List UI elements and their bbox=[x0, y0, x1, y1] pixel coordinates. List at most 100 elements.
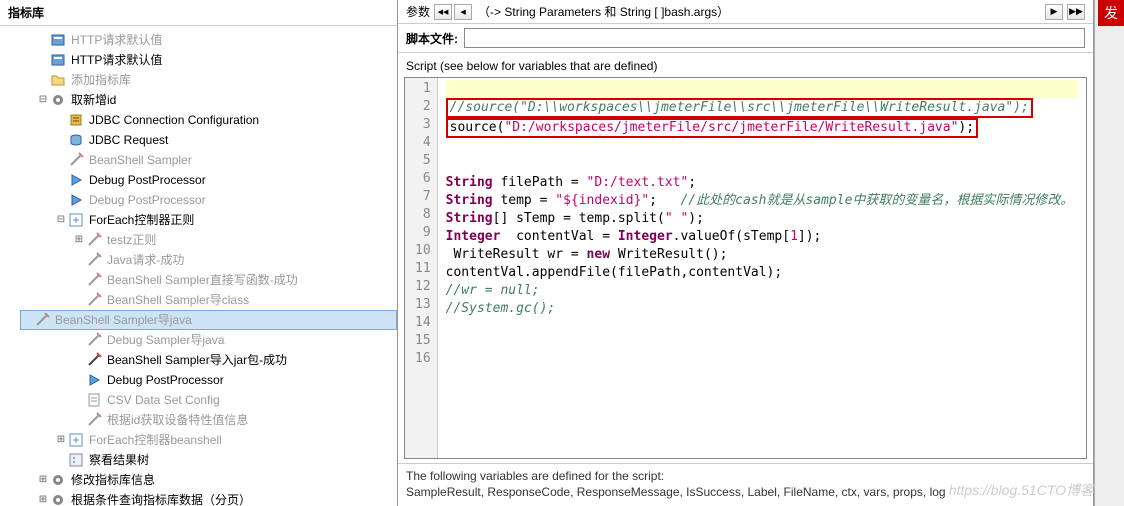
expand-icon[interactable]: ⊞ bbox=[38, 475, 48, 485]
code-line[interactable]: source("D:/workspaces/jmeterFile/src/jme… bbox=[446, 118, 1078, 138]
footer-line-1: The following variables are defined for … bbox=[406, 468, 1085, 484]
code-line[interactable]: //source("D:\\workspaces\\jmeterFile\\sr… bbox=[446, 98, 1078, 118]
code-line[interactable]: String filePath = "D:/text.txt"; bbox=[446, 174, 1078, 192]
tree-item[interactable]: JDBC Request bbox=[20, 130, 397, 150]
tree-item[interactable]: ⊟ 取新增id bbox=[20, 90, 397, 110]
toggle-placeholder bbox=[74, 375, 84, 385]
sampler-icon bbox=[34, 312, 50, 328]
code-line[interactable] bbox=[446, 336, 1078, 354]
results-icon bbox=[68, 452, 84, 468]
tree-header-label: 指标库 bbox=[8, 4, 44, 21]
tree-item-label: Debug PostProcessor bbox=[107, 371, 224, 389]
expand-icon[interactable]: ⊞ bbox=[38, 495, 48, 505]
tree-item-label: 添加指标库 bbox=[71, 71, 131, 89]
tree-item[interactable]: ⊞ ForEach控制器beanshell bbox=[20, 430, 397, 450]
toggle-placeholder bbox=[74, 275, 84, 285]
nav-prev-button[interactable]: ◀ bbox=[454, 4, 472, 20]
tree-item[interactable]: ⊞根据条件查询指标库数据（分页） bbox=[20, 490, 397, 506]
toggle-placeholder bbox=[56, 455, 66, 465]
tree-view[interactable]: HTTP请求默认值 HTTP请求默认值添加指标库 ⊟ 取新增idJDBC Connec… bbox=[0, 26, 397, 506]
tree-item[interactable]: CSV Data Set Config bbox=[20, 390, 397, 410]
tree-item[interactable]: Java请求-成功 bbox=[20, 250, 397, 270]
tree-item-label: Debug PostProcessor bbox=[89, 191, 206, 209]
expand-icon[interactable]: ⊞ bbox=[74, 235, 84, 245]
toggle-placeholder bbox=[74, 255, 84, 265]
tree-item[interactable]: Debug PostProcessor bbox=[20, 190, 397, 210]
tree-item[interactable]: Debug Sampler导java bbox=[20, 330, 397, 350]
code-line[interactable] bbox=[446, 80, 1078, 98]
tree-item-label: 取新增id bbox=[71, 91, 116, 109]
code-line[interactable]: String temp = "${indexid}"; //此处的cash就是从… bbox=[446, 192, 1078, 210]
tree-item[interactable]: BeanShell Sampler直接写函数-成功 bbox=[20, 270, 397, 290]
tree-item[interactable]: BeanShell Sampler导class bbox=[20, 290, 397, 310]
nav-last-button[interactable]: ▶▶ bbox=[1067, 4, 1085, 20]
code-line[interactable] bbox=[446, 156, 1078, 174]
sampler-a-icon bbox=[86, 352, 102, 368]
tree-item[interactable]: 察看结果树 bbox=[20, 450, 397, 470]
sampler-icon bbox=[68, 152, 84, 168]
tree-item[interactable]: 根据id获取设备特性值信息 bbox=[20, 410, 397, 430]
nav-next-button[interactable]: ▶ bbox=[1045, 4, 1063, 20]
tree-item[interactable]: ⊞修改指标库信息 bbox=[20, 470, 397, 490]
expand-icon[interactable]: ⊞ bbox=[56, 435, 66, 445]
gear-icon bbox=[50, 472, 66, 488]
tree-item-label: Debug PostProcessor bbox=[89, 171, 206, 189]
foreach-icon bbox=[68, 212, 84, 228]
tree-panel: 指标库 HTTP请求默认值 HTTP请求默认值添加指标库 ⊟ 取新增idJDBC Co… bbox=[0, 0, 398, 506]
sampler-icon bbox=[86, 412, 102, 428]
toggle-placeholder bbox=[56, 115, 66, 125]
code-line[interactable]: Integer contentVal = Integer.valueOf(sTe… bbox=[446, 228, 1078, 246]
tree-item[interactable]: HTTP请求默认值 bbox=[20, 50, 397, 70]
tree-item[interactable]: BeanShell Sampler bbox=[20, 150, 397, 170]
debug-icon bbox=[86, 372, 102, 388]
footer-line-2: SampleResult, ResponseCode, ResponseMess… bbox=[406, 484, 1085, 500]
code-line[interactable]: String[] sTemp = temp.split(" "); bbox=[446, 210, 1078, 228]
tree-item-label: CSV Data Set Config bbox=[107, 391, 220, 409]
sampler-icon bbox=[86, 332, 102, 348]
sampler-icon bbox=[86, 252, 102, 268]
debug-icon bbox=[68, 172, 84, 188]
toggle-placeholder bbox=[56, 135, 66, 145]
collapse-icon[interactable]: ⊟ bbox=[56, 215, 66, 225]
right-sidebar: 发 bbox=[1094, 0, 1124, 506]
toggle-placeholder bbox=[38, 55, 48, 65]
code-line[interactable]: //wr = null; bbox=[446, 282, 1078, 300]
code-line[interactable]: contentVal.appendFile(filePath,contentVa… bbox=[446, 264, 1078, 282]
code-editor[interactable]: 12345678910111213141516 //source("D:\\wo… bbox=[404, 77, 1087, 459]
sampler-icon bbox=[86, 272, 102, 288]
publish-button[interactable]: 发 bbox=[1098, 0, 1124, 26]
code-line[interactable] bbox=[446, 354, 1078, 372]
tree-item-label: HTTP请求默认值 bbox=[71, 51, 162, 69]
tree-item[interactable]: BeanShell Sampler导入jar包-成功 bbox=[20, 350, 397, 370]
toggle-placeholder bbox=[56, 155, 66, 165]
tree-item[interactable]: ⊞testz正则 bbox=[20, 230, 397, 250]
code-line[interactable] bbox=[446, 138, 1078, 156]
tree-item-label: ForEach控制器beanshell bbox=[89, 431, 222, 449]
code-line[interactable] bbox=[446, 318, 1078, 336]
open-paren: （ bbox=[478, 3, 490, 20]
tree-item[interactable]: ⊟ForEach控制器正则 bbox=[20, 210, 397, 230]
tree-item[interactable]: JDBC Connection Configuration bbox=[20, 110, 397, 130]
toggle-placeholder bbox=[38, 35, 48, 45]
tree-item[interactable]: Debug PostProcessor bbox=[20, 370, 397, 390]
http-icon bbox=[50, 52, 66, 68]
toggle-placeholder bbox=[74, 415, 84, 425]
tree-item[interactable]: HTTP请求默认值 bbox=[20, 30, 397, 50]
params-path: -> String Parameters 和 String [ ]bash.ar… bbox=[490, 3, 1041, 20]
tree-item-label: BeanShell Sampler导java bbox=[55, 311, 192, 329]
toggle-placeholder bbox=[74, 355, 84, 365]
code-line[interactable]: //System.gc(); bbox=[446, 300, 1078, 318]
sampler-icon bbox=[86, 232, 102, 248]
tree-item[interactable]: BeanShell Sampler导java bbox=[20, 310, 397, 330]
code-area[interactable]: //source("D:\\workspaces\\jmeterFile\\sr… bbox=[438, 78, 1086, 458]
toggle-placeholder bbox=[38, 75, 48, 85]
toggle-placeholder bbox=[56, 175, 66, 185]
tree-item[interactable]: 添加指标库 bbox=[20, 70, 397, 90]
tree-item-label: HTTP请求默认值 bbox=[71, 31, 162, 49]
script-file-input[interactable] bbox=[464, 28, 1085, 48]
tree-item[interactable]: Debug PostProcessor bbox=[20, 170, 397, 190]
code-line[interactable]: WriteResult wr = new WriteResult(); bbox=[446, 246, 1078, 264]
collapse-icon[interactable]: ⊟ bbox=[38, 95, 48, 105]
tree-item-label: Debug Sampler导java bbox=[107, 331, 224, 349]
nav-first-button[interactable]: ◀◀ bbox=[434, 4, 452, 20]
